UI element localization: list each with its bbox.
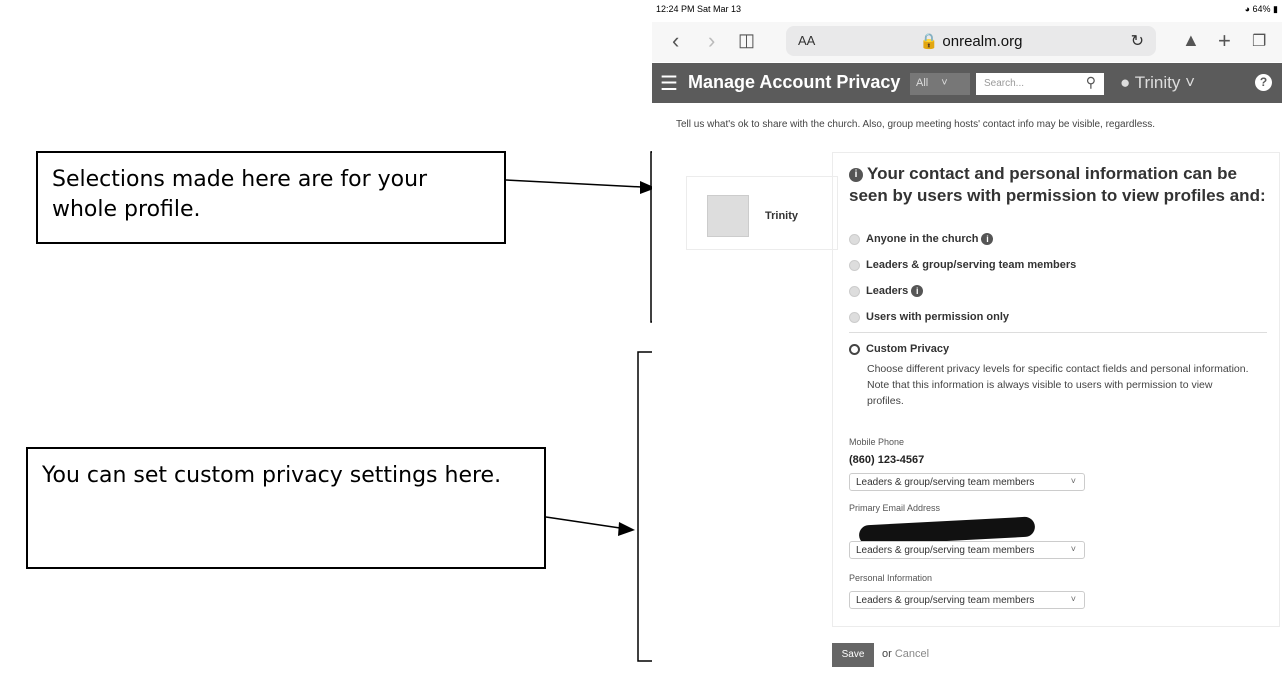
radio-button[interactable] <box>849 259 860 271</box>
privacy-option-leaders-members[interactable]: Leaders & group/serving team members <box>849 259 1076 271</box>
select-value: Leaders & group/serving team members <box>856 595 1035 606</box>
tabs-icon[interactable]: ❐ <box>1252 31 1266 51</box>
arrow-custom-line <box>545 516 621 529</box>
url-host: 🔒 onrealm.org <box>919 33 1023 50</box>
privacy-option-custom[interactable]: Custom Privacy <box>849 343 949 355</box>
arrowhead <box>618 522 635 536</box>
status-battery: ◕ 64% ▮ <box>1245 4 1278 15</box>
chevron-down-icon: ˅ <box>1070 594 1076 604</box>
cancel-link[interactable]: Cancel <box>895 648 929 660</box>
option-label: Users with permission only <box>866 311 1010 323</box>
mobile-phone-label: Mobile Phone <box>849 437 905 447</box>
radio-button[interactable] <box>849 233 860 245</box>
option-label: Custom Privacy <box>866 343 950 355</box>
hamburger-icon[interactable]: ☰ <box>660 71 678 96</box>
search-placeholder: Search... <box>984 78 1025 89</box>
chevron-down-icon: ˅ <box>1070 476 1076 486</box>
search-filter-value: All <box>916 77 929 89</box>
forward-icon[interactable]: › <box>708 28 715 54</box>
option-label: Leaders & group/serving team members <box>866 259 1077 271</box>
or-text: or <box>882 648 892 660</box>
ipad-screenshot: 12:24 PM Sat Mar 13 ◕ 64% ▮ ‹ › ◫ AA 🔒 o… <box>652 0 1282 674</box>
privacy-option-anyone[interactable]: Anyone in the church i <box>849 233 994 246</box>
info-icon[interactable]: i <box>911 285 924 298</box>
custom-privacy-description: Choose different privacy levels for spec… <box>867 363 1249 407</box>
profile-card: Trinity <box>686 176 838 250</box>
user-icon: ● <box>1120 73 1131 92</box>
user-name: Trinity <box>1134 73 1181 92</box>
privacy-heading: i Your contact and personal information c… <box>849 163 1269 207</box>
info-icon: i <box>849 167 863 182</box>
profile-name: Trinity <box>765 210 799 222</box>
avatar <box>707 195 749 237</box>
mobile-phone-value: (860) 123-4567 <box>849 454 925 466</box>
help-icon[interactable]: ? <box>1255 74 1272 91</box>
bookmarks-icon[interactable]: ◫ <box>738 30 755 51</box>
back-icon[interactable]: ‹ <box>672 28 679 54</box>
page-title: Manage Account Privacy <box>688 72 901 92</box>
arrow-profile-line <box>505 179 643 188</box>
option-label: Leaders <box>866 285 909 297</box>
privacy-option-permission-only[interactable]: Users with permission only <box>849 311 1009 323</box>
new-tab-icon[interactable]: + <box>1218 28 1231 54</box>
chevron-down-icon: ˅ <box>941 77 948 89</box>
info-icon[interactable]: i <box>981 233 994 246</box>
cancel-area: or Cancel <box>882 648 929 660</box>
search-icon[interactable]: ⚲ <box>1086 74 1096 91</box>
personal-info-privacy-select[interactable]: Leaders & group/serving team members ˅ <box>849 591 1085 609</box>
app-header: ☰ Manage Account Privacy All ˅ Search...… <box>652 63 1282 103</box>
divider <box>849 332 1267 333</box>
reload-icon[interactable]: ↻ <box>1131 31 1144 51</box>
save-button[interactable]: Save <box>832 643 874 667</box>
status-time: 12:24 PM Sat Mar 13 <box>656 4 742 14</box>
privacy-panel: i Your contact and personal information c… <box>832 152 1280 627</box>
radio-button[interactable] <box>849 311 860 323</box>
chevron-down-icon: ˅ <box>1070 544 1076 554</box>
user-menu[interactable]: ● Trinity ˅ <box>1120 73 1195 93</box>
wifi-icon: ◕ <box>1244 4 1250 14</box>
battery-icon: ▮ <box>1273 4 1278 14</box>
privacy-option-leaders[interactable]: Leaders i <box>849 285 924 298</box>
option-label: Anyone in the church <box>866 233 979 245</box>
status-bar: 12:24 PM Sat Mar 13 ◕ 64% ▮ <box>656 4 1278 20</box>
search-filter-select[interactable]: All ˅ <box>910 73 970 95</box>
address-bar[interactable]: AA 🔒 onrealm.org ↻ <box>786 26 1156 56</box>
privacy-heading-text: Your contact and personal information ca… <box>849 164 1266 205</box>
intro-text: Tell us what's ok to share with the chur… <box>676 119 1156 130</box>
battery-percent: 64% <box>1252 4 1271 14</box>
select-value: Leaders & group/serving team members <box>856 477 1035 488</box>
radio-button-selected[interactable] <box>849 343 860 355</box>
email-privacy-select[interactable]: Leaders & group/serving team members ˅ <box>849 541 1085 559</box>
search-input[interactable]: Search... ⚲ <box>976 73 1104 95</box>
email-label: Primary Email Address <box>849 503 941 513</box>
share-icon[interactable]: ▲ <box>1182 30 1200 51</box>
url-host-text: onrealm.org <box>942 33 1023 50</box>
personal-info-label: Personal Information <box>849 573 933 583</box>
browser-toolbar: ‹ › ◫ AA 🔒 onrealm.org ↻ ▲ + ❐ <box>652 22 1282 62</box>
chevron-down-icon: ˅ <box>1185 73 1196 92</box>
select-value: Leaders & group/serving team members <box>856 545 1035 556</box>
mobile-phone-privacy-select[interactable]: Leaders & group/serving team members ˅ <box>849 473 1085 491</box>
radio-button[interactable] <box>849 285 860 297</box>
